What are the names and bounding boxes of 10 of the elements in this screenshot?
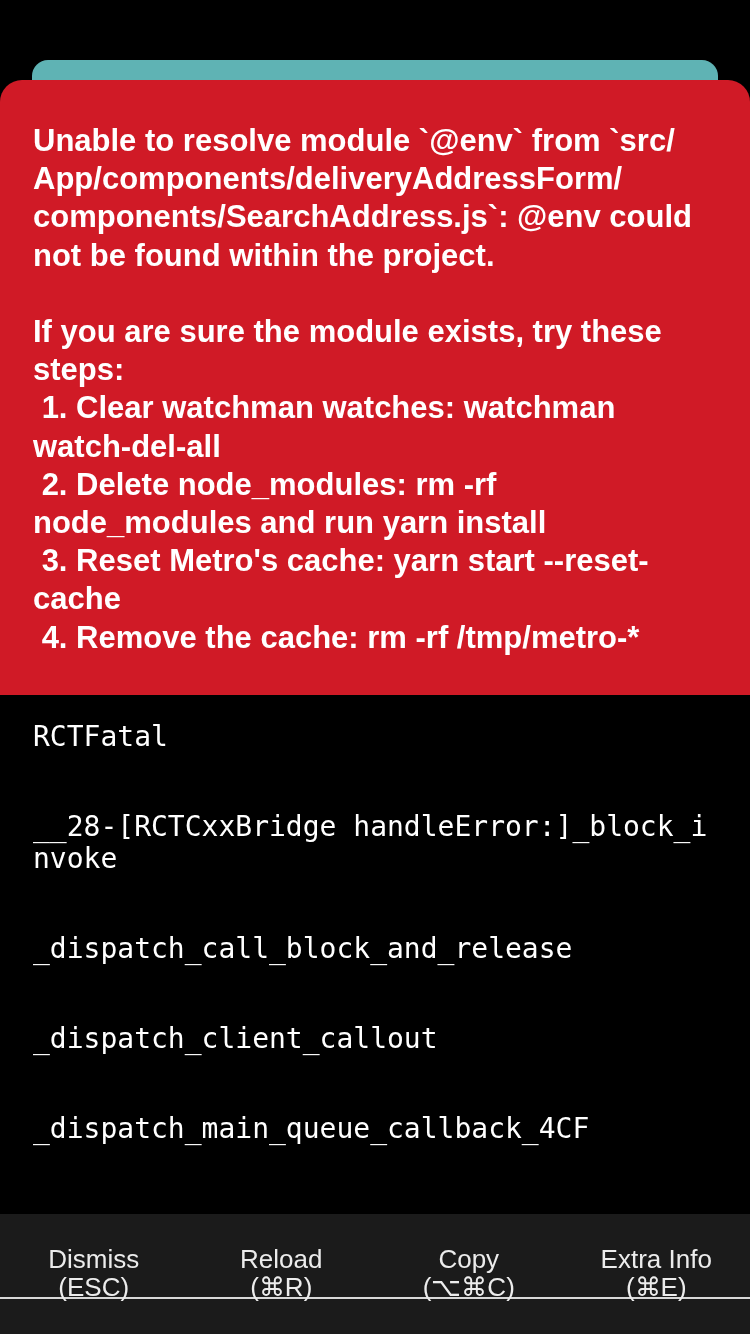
action-button[interactable]: Dismiss (ESC) — [0, 1214, 188, 1301]
stack-frame: _dispatch_call_block_and_release — [0, 906, 750, 997]
stack-frame: RCTFatal — [0, 694, 750, 785]
action-button[interactable]: Extra Info (⌘E) — [562, 1214, 750, 1301]
stack-frame: _dispatch_main_queue_callback_4CF — [0, 1086, 750, 1177]
action-button[interactable]: Copy (⌥⌘C) — [375, 1214, 563, 1301]
stack-frame: __28-[RCTCxxBridge handleError:]_block_invoke — [0, 784, 750, 907]
action-button[interactable]: Reload (⌘R) — [187, 1214, 375, 1301]
error-message: Unable to resolve module `@env` from `src/App/components/deliveryAddressForm/components/SearchAddress.js`: @env could not be found within the project. If you are sure the module exists, try these steps: 1. Clear watchman watches: watchman watch-del-all 2. Delete node_modules: rm -rf node_modules and run yarn install 3. Reset Metro's cache: yarn start --reset-cache 4. Remove the cache: rm -rf /tmp/metro-* — [33, 122, 693, 657]
stack-frame: _dispatch_client_callout — [0, 996, 750, 1087]
